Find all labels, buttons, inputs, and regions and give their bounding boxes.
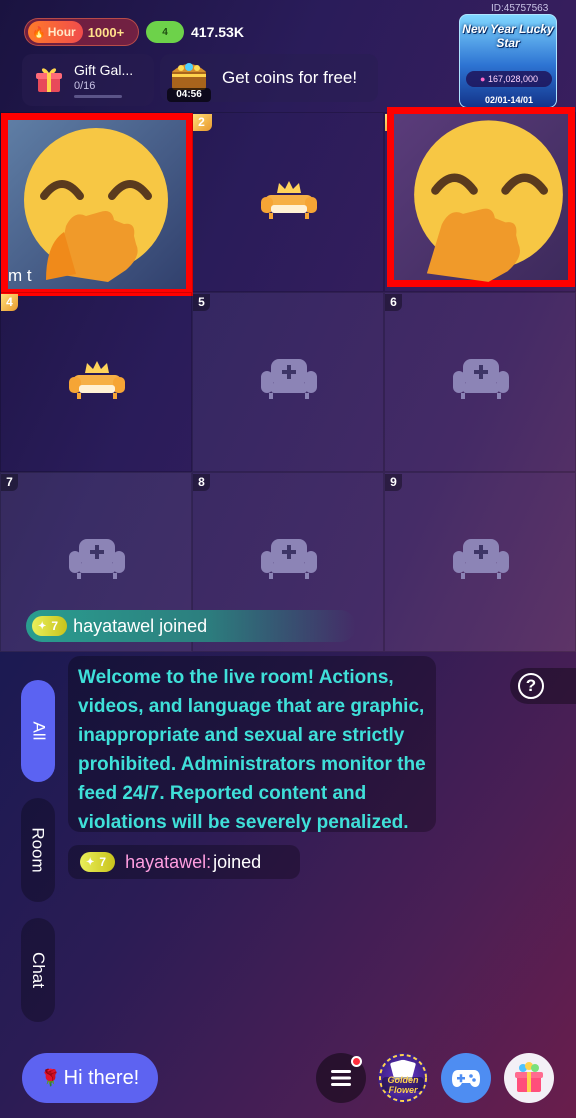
- level-number: 7: [99, 855, 107, 869]
- rose-icon: 🌹: [40, 1070, 61, 1087]
- seat-5[interactable]: 5: [192, 292, 384, 472]
- hour-value: 1000+: [87, 24, 125, 40]
- promo-amount-value: 167,028,000: [487, 74, 538, 84]
- coin-level-icon: 4: [146, 21, 184, 43]
- level-badge: ✦ 7: [32, 616, 68, 636]
- seat-3[interactable]: 3: [384, 107, 576, 292]
- level-number: 7: [51, 619, 59, 633]
- welcome-notice: Welcome to the live room! Actions, video…: [68, 656, 436, 833]
- seat-9[interactable]: 9: [384, 472, 576, 652]
- chat-text: joined: [213, 851, 262, 872]
- seat-grid: m t 2 3: [0, 107, 576, 652]
- seat-1[interactable]: m t: [0, 112, 212, 296]
- empty-seat-plus-icon: [69, 539, 125, 579]
- censor-box: m t: [1, 113, 193, 296]
- gift-progress-bar: [74, 95, 122, 98]
- tab-room[interactable]: Room: [21, 798, 55, 902]
- seat-number: 4: [1, 294, 18, 311]
- chat-area: All Room Chat Welcome to the live room! …: [0, 652, 576, 1118]
- seat-number: 5: [193, 294, 210, 311]
- promo-title: New Year Lucky Star: [462, 22, 554, 50]
- censor-box: [387, 107, 575, 287]
- seat-6[interactable]: 6: [384, 292, 576, 472]
- coin-level: 4: [162, 26, 168, 38]
- notification-dot: [351, 1056, 362, 1067]
- promo-amount: ● 167,028,000: [466, 71, 552, 87]
- help-button[interactable]: ?: [510, 668, 576, 704]
- hand-over-mouth-emoji-icon: [414, 120, 563, 282]
- tab-chat-label: Chat: [29, 952, 49, 988]
- menu-button[interactable]: [316, 1053, 366, 1103]
- gift-icon: [36, 68, 62, 92]
- seat-number: 9: [385, 474, 402, 491]
- tab-chat[interactable]: Chat: [21, 918, 55, 1022]
- empty-seat-plus-icon: [261, 359, 317, 399]
- star-icon: ✦: [86, 856, 95, 868]
- empty-seat-plus-icon: [261, 539, 317, 579]
- tab-room-label: Room: [29, 827, 49, 873]
- free-coins-label: Get coins for free!: [222, 68, 358, 87]
- free-coins-timer: 04:56: [167, 88, 211, 102]
- gift-button[interactable]: [504, 1053, 554, 1103]
- question-icon: ?: [518, 673, 544, 699]
- say-hi-button[interactable]: 🌹 Hi there!: [22, 1053, 158, 1103]
- free-coins-button[interactable]: 04:56 Get coins for free!: [160, 54, 378, 102]
- empty-seat-plus-icon: [453, 359, 509, 399]
- chat-message: ✦ 7 hayatawel: joined: [68, 845, 300, 879]
- seat-number: 7: [1, 474, 18, 491]
- gift-gallery-progress: 0/16: [74, 80, 96, 92]
- greeting-label: Hi there!: [63, 1066, 140, 1089]
- user-joined-banner: ✦ 7 hayatawel joined: [26, 610, 356, 642]
- host-seat-crown-icon: [69, 361, 125, 399]
- games-button[interactable]: [441, 1053, 491, 1103]
- golden-flower-label: Golden Flower: [387, 1075, 419, 1095]
- gift-box-icon: [515, 1062, 543, 1092]
- seat-number: 2: [193, 114, 210, 131]
- hour-label: Hour: [47, 25, 76, 39]
- star-icon: ✦: [38, 620, 47, 632]
- empty-seat-plus-icon: [453, 539, 509, 579]
- host-seat-crown-icon: [261, 181, 317, 219]
- tab-all-label: All: [29, 721, 48, 741]
- golden-flower-game-button[interactable]: Golden Flower: [378, 1053, 428, 1103]
- gift-gallery-button[interactable]: Gift Gal... 0/16: [22, 54, 154, 106]
- promo-dates: 02/01-14/01: [484, 95, 534, 105]
- room-id: ID:45757563: [491, 3, 549, 14]
- tab-all[interactable]: All: [21, 680, 55, 782]
- joined-text: hayatawel joined: [73, 615, 208, 636]
- coin-icon: ●: [479, 74, 486, 84]
- new-year-lucky-star-banner[interactable]: New Year Lucky Star ● 167,028,000 02/01-…: [459, 14, 557, 108]
- seat-number: 6: [385, 294, 402, 311]
- seat-number: 8: [193, 474, 210, 491]
- level-badge: ✦ 7: [80, 852, 116, 872]
- seat-4[interactable]: 4: [0, 292, 192, 472]
- hour-ranking-pill[interactable]: 🔥 Hour 1000+: [24, 18, 139, 46]
- hour-badge: 🔥 Hour: [28, 21, 83, 43]
- chat-username[interactable]: hayatawel:: [125, 852, 211, 873]
- hand-over-mouth-emoji-icon: [24, 128, 168, 282]
- flame-icon: 🔥: [32, 26, 46, 39]
- seat-2[interactable]: 2: [192, 112, 384, 292]
- treasure-chest-icon: 04:56: [167, 58, 211, 102]
- gift-gallery-title: Gift Gal...: [74, 62, 134, 78]
- menu-icon: [331, 1070, 351, 1086]
- room-header: ID:45757563 🔥 Hour 1000+ 4 417.53K Gift …: [0, 0, 576, 112]
- room-coins-pill[interactable]: 4 417.53K: [144, 18, 262, 46]
- gamepad-icon: [452, 1070, 480, 1087]
- coins-value: 417.53K: [191, 24, 244, 40]
